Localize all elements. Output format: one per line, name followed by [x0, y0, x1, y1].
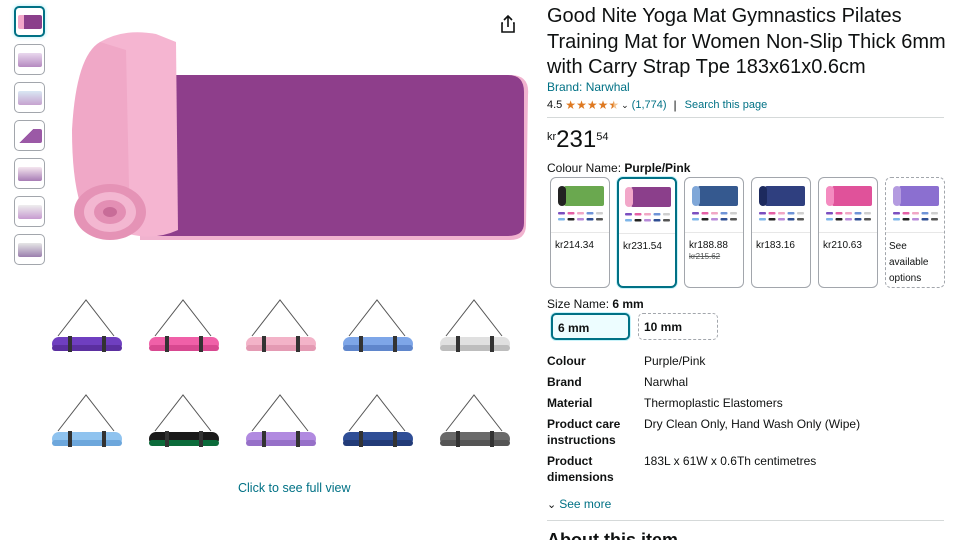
size-options: 6 mm 10 mm [551, 313, 718, 340]
swatch-image [551, 178, 609, 233]
divider [547, 117, 944, 118]
thumbnail-1[interactable] [14, 6, 45, 37]
rolled-mat [343, 394, 413, 447]
rolled-mat [52, 394, 122, 447]
rolled-mat [440, 394, 510, 447]
colour-swatch-pink[interactable]: kr210.63 [818, 177, 878, 288]
swatch-image [886, 178, 944, 233]
spec-row: Product care instructions Dry Clean Only… [547, 416, 947, 453]
spec-key: Product care instructions [547, 417, 621, 447]
rolled-mat [149, 394, 219, 447]
spec-key: Colour [547, 354, 586, 368]
product-specs-table: Colour Purple/Pink Brand Narwhal Materia… [547, 353, 947, 490]
swatch-image [619, 179, 675, 234]
rolled-mat [246, 394, 316, 447]
rolled-mat [440, 299, 510, 352]
see-more-text: See more [559, 497, 612, 511]
spec-value: Thermoplastic Elastomers [644, 396, 783, 410]
thumbnail-4[interactable] [14, 120, 45, 151]
search-this-page-link[interactable]: Search this page [685, 99, 768, 111]
separator: | [673, 98, 677, 112]
swatch-price: kr210.63 [823, 240, 862, 251]
colour-swatch-navy[interactable]: kr183.16 [751, 177, 811, 288]
swatch-price: kr231.54 [623, 241, 662, 252]
spec-row: Material Thermoplastic Elastomers [547, 395, 947, 416]
chevron-down-icon[interactable]: ⌄ [621, 100, 629, 111]
chevron-down-icon: ⌄ [547, 498, 557, 511]
price-whole: 231 [556, 126, 597, 153]
colour-label-text: Colour Name: [547, 161, 625, 175]
swatch-price: kr214.34 [555, 240, 594, 251]
colour-swatches: kr214.34 kr231.54 kr188.88 kr215.62 kr18… [550, 177, 945, 288]
spec-key: Product dimensions [547, 454, 614, 484]
thumbnail-6[interactable] [14, 196, 45, 227]
brand-link[interactable]: Brand: Narwhal [547, 80, 630, 94]
spec-key: Brand [547, 375, 582, 389]
see-more-link[interactable]: ⌄ See more [547, 497, 611, 511]
swatch-strike-price: kr215.62 [689, 252, 721, 261]
spec-row: Brand Narwhal [547, 374, 947, 395]
spec-row: Colour Purple/Pink [547, 353, 947, 374]
spec-value: 183L x 61W x 0.6Th centimetres [644, 454, 817, 468]
spec-row: Product dimensions 183L x 61W x 0.6Th ce… [547, 453, 947, 490]
star-rating-icon[interactable]: ★ ★ ★ ★ ★ [565, 99, 619, 111]
click-to-see-full-view-link[interactable]: Click to see full view [238, 481, 351, 495]
spec-value: Narwhal [644, 375, 689, 389]
swatch-price: kr188.88 [689, 240, 728, 251]
spec-value: Purple/Pink [644, 354, 706, 368]
colour-swatch-purple-pink[interactable]: kr231.54 [617, 177, 677, 288]
about-this-item-heading: About this item [547, 530, 678, 540]
spec-key: Material [547, 396, 593, 410]
price: kr 231 54 [547, 126, 608, 154]
colour-swatch-blue[interactable]: kr188.88 kr215.62 [684, 177, 744, 288]
thumbnail-strip [14, 6, 46, 272]
rating-row: 4.5 ★ ★ ★ ★ ★ ⌄ (1,774) | Search this page [547, 98, 767, 112]
rating-count-link[interactable]: (1,774) [632, 99, 667, 111]
spec-value: Dry Clean Only, Hand Wash Only (Wipe) [644, 417, 861, 431]
colour-swatch-see-options[interactable]: See available options [885, 177, 945, 288]
thumbnail-2[interactable] [14, 44, 45, 75]
size-label-text: Size Name: [547, 297, 613, 311]
price-fraction: 54 [596, 131, 609, 143]
main-product-image[interactable] [60, 20, 530, 250]
color-variations-image[interactable] [40, 292, 530, 470]
rating-value: 4.5 [547, 99, 563, 111]
size-name-label: Size Name: 6 mm [547, 297, 644, 311]
swatch-price: kr183.16 [756, 240, 795, 251]
product-title: Good Nite Yoga Mat Gymnastics Pilates Tr… [547, 5, 946, 78]
size-option-6mm[interactable]: 6 mm [551, 313, 630, 340]
thumbnail-3[interactable] [14, 82, 45, 113]
colour-name-label: Colour Name: Purple/Pink [547, 161, 690, 175]
colour-swatch-green[interactable]: kr214.34 [550, 177, 610, 288]
thumbnail-7[interactable] [14, 234, 45, 265]
swatch-image [685, 178, 743, 233]
size-selected-value: 6 mm [612, 297, 644, 311]
size-option-10mm[interactable]: 10 mm [638, 313, 718, 340]
swatch-image [819, 178, 877, 233]
rolled-mat [149, 299, 219, 352]
swatch-image [752, 178, 810, 233]
thumbnail-5[interactable] [14, 158, 45, 189]
divider [547, 520, 944, 521]
rolled-mat [52, 299, 122, 352]
colour-selected-value: Purple/Pink [624, 161, 691, 175]
rolled-mat [246, 299, 316, 352]
price-currency: kr [547, 131, 557, 143]
share-icon[interactable] [498, 14, 518, 34]
see-available-options-text: See available options [889, 241, 929, 284]
rolled-mat [343, 299, 413, 352]
